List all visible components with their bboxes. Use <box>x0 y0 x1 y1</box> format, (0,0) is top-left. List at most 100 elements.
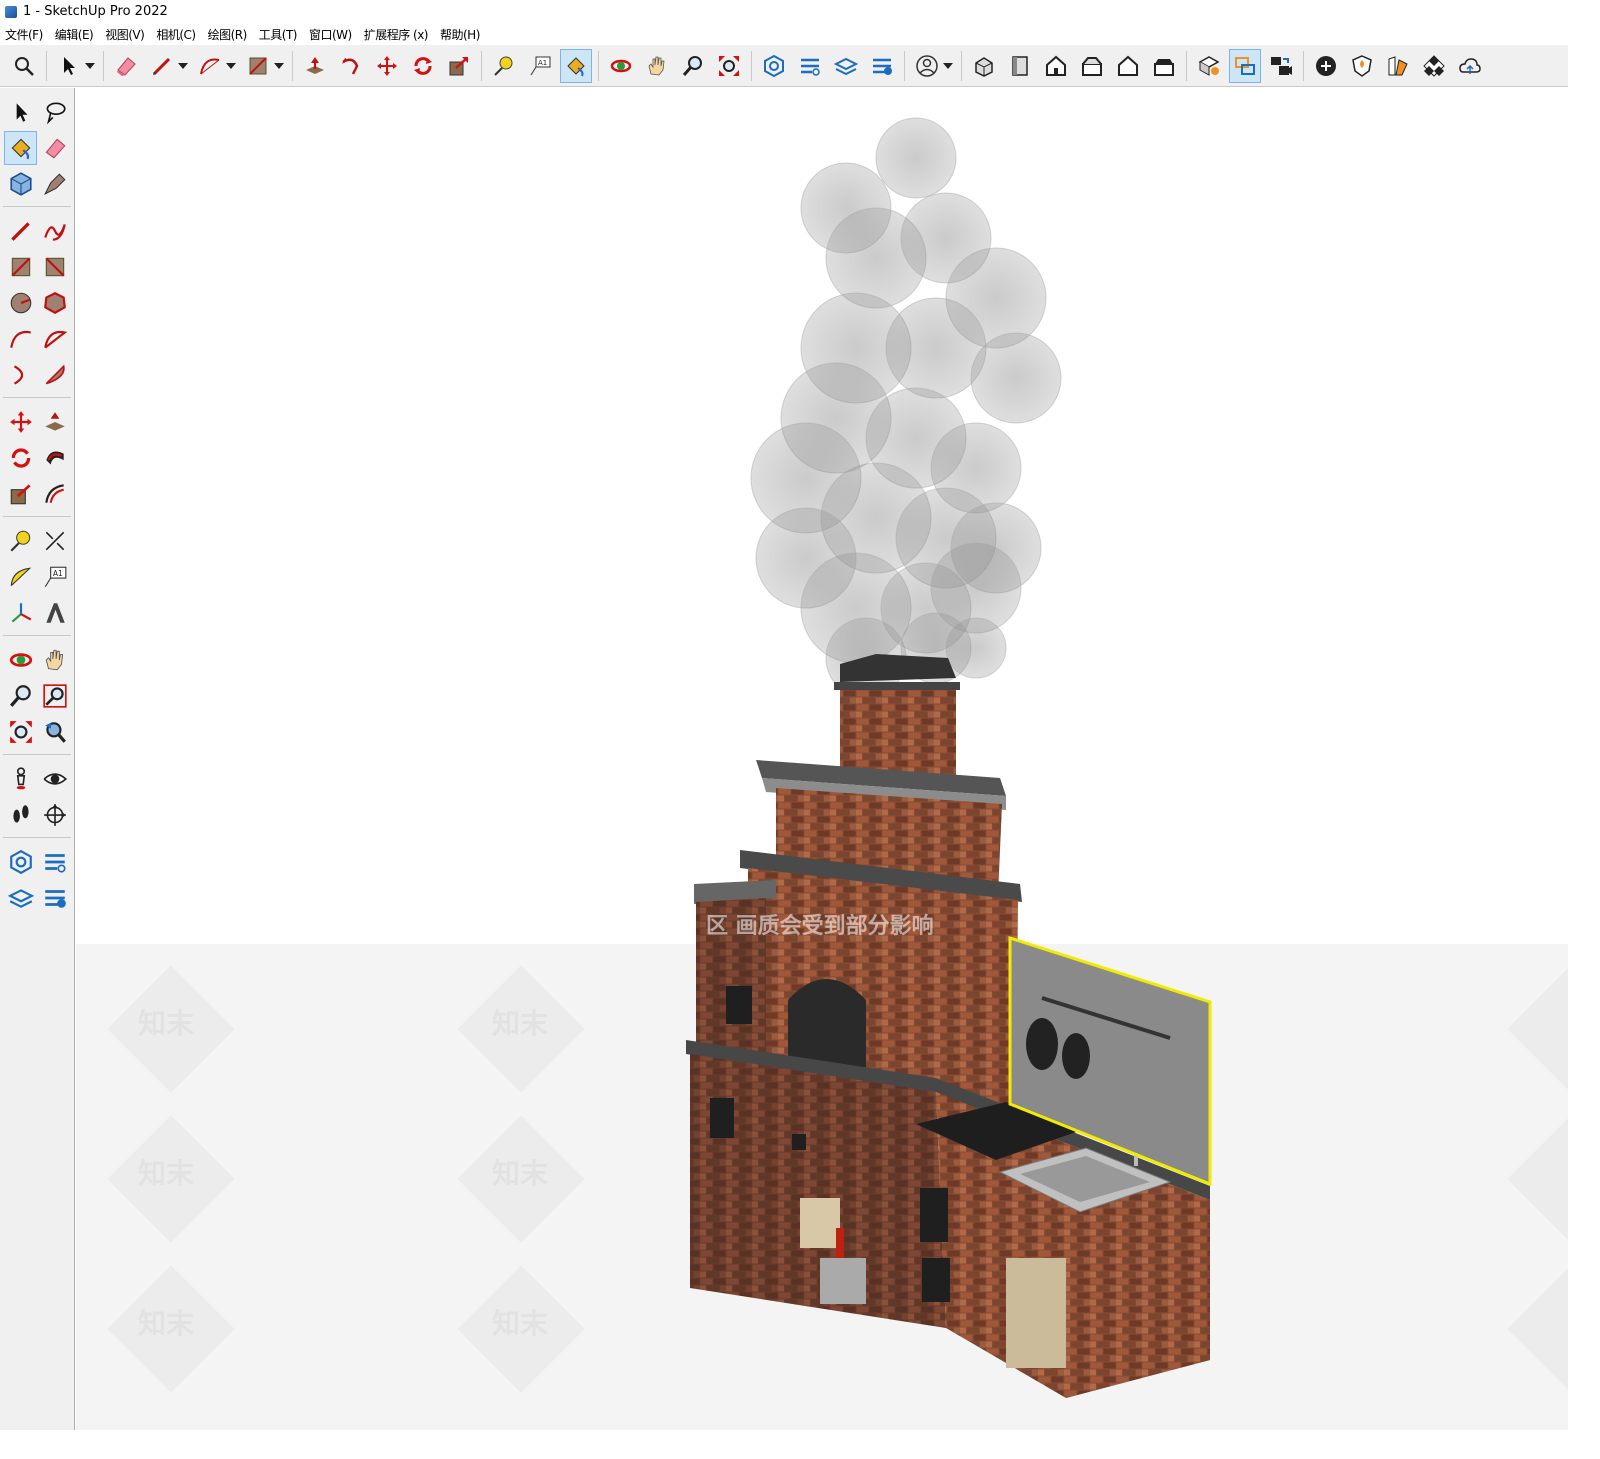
sandbox-icon <box>1198 55 1220 76</box>
make-component-tool[interactable] <box>38 95 71 129</box>
orbit-tool-button[interactable] <box>605 49 637 83</box>
tape-measure-tool-button[interactable] <box>488 49 520 83</box>
select-dropdown[interactable] <box>85 49 95 83</box>
menu-file[interactable]: 文件(F) <box>0 26 50 43</box>
zoom-extents-tool-button[interactable] <box>713 49 745 83</box>
search-button[interactable] <box>8 49 40 83</box>
rotated-rectangle-tool[interactable] <box>38 250 71 284</box>
outliner-button[interactable] <box>1229 48 1261 83</box>
push-pull-tool-button[interactable] <box>299 49 331 83</box>
extension-warehouse-button[interactable] <box>794 49 826 83</box>
position-camera-tool[interactable] <box>4 762 37 796</box>
paint-bucket-tool-button[interactable] <box>560 48 592 83</box>
axes-tool[interactable] <box>4 596 37 630</box>
arc-tool-button[interactable] <box>194 49 226 83</box>
account-dropdown[interactable] <box>943 49 953 83</box>
zoom-extents-tool[interactable] <box>4 715 37 749</box>
scenes-button[interactable] <box>1265 49 1297 83</box>
polygon-tool[interactable] <box>38 286 71 320</box>
tape-measure-tool[interactable] <box>4 524 37 558</box>
top-view-button[interactable] <box>1004 49 1036 83</box>
3d-text-tool[interactable] <box>38 596 71 630</box>
pencil-tool-button[interactable] <box>146 49 178 83</box>
walk-tool[interactable] <box>4 798 37 832</box>
account-button[interactable] <box>911 49 943 83</box>
freehand-tool[interactable] <box>38 214 71 248</box>
extension-manager-tool[interactable] <box>38 881 71 915</box>
rectangle-dropdown[interactable] <box>274 49 284 83</box>
follow-me-tool-button[interactable] <box>335 49 367 83</box>
3-point-arc-tool[interactable] <box>4 358 37 392</box>
menu-camera[interactable]: 相机(C) <box>151 26 202 43</box>
rotate-tool-button[interactable] <box>407 49 439 83</box>
layout-icon <box>7 889 34 908</box>
circle-tool[interactable] <box>4 286 37 320</box>
rotate-tool[interactable] <box>4 441 37 475</box>
arc-icon <box>200 58 220 74</box>
shadow-button[interactable] <box>1346 49 1378 83</box>
menu-extensions[interactable]: 扩展程序 (x) <box>359 26 435 43</box>
menu-draw[interactable]: 绘图(R) <box>203 26 254 43</box>
brick-oven-model[interactable] <box>76 88 1568 1430</box>
tool-group-principal <box>3 88 71 207</box>
back-view-button[interactable] <box>1112 49 1144 83</box>
styles-button[interactable] <box>1382 49 1414 83</box>
look-around-tool[interactable] <box>38 762 71 796</box>
right-view-button[interactable] <box>1076 49 1108 83</box>
menu-view[interactable]: 视图(V) <box>100 26 151 43</box>
scale-tool-button[interactable] <box>443 49 475 83</box>
layout-tool[interactable] <box>4 881 37 915</box>
move-tool-button[interactable] <box>371 49 403 83</box>
2-point-arc-tool[interactable] <box>38 322 71 356</box>
pan-tool[interactable] <box>38 643 71 677</box>
sandbox-button[interactable] <box>1193 49 1225 83</box>
match-photo-button[interactable] <box>1418 49 1450 83</box>
iso-view-button[interactable] <box>968 49 1000 83</box>
push-pull-tool[interactable] <box>38 405 71 439</box>
text-tool[interactable]: A1 <box>38 560 71 594</box>
circle-icon <box>10 292 31 314</box>
model-viewport[interactable]: 知末 知末 知末 知末 知末 知末 区 画质会受到部分影响 <box>76 88 1568 1430</box>
extension-manager-button[interactable] <box>866 49 898 83</box>
pie-tool[interactable] <box>38 358 71 392</box>
zoom-tool-button[interactable] <box>677 49 709 83</box>
trimble-connect-button[interactable] <box>1454 49 1486 83</box>
select-tool[interactable] <box>4 95 37 129</box>
extension-warehouse-tool[interactable] <box>38 845 71 879</box>
menu-edit[interactable]: 编辑(E) <box>50 26 100 43</box>
line-tool[interactable] <box>4 214 37 248</box>
front-view-button[interactable] <box>1040 49 1072 83</box>
offset-tool[interactable] <box>38 477 71 511</box>
dimension-tool[interactable] <box>38 524 71 558</box>
3d-warehouse-tool[interactable] <box>4 845 37 879</box>
rectangle-tool[interactable] <box>4 250 37 284</box>
arc-tool[interactable] <box>4 322 37 356</box>
scale-tool[interactable] <box>4 477 37 511</box>
arc-dropdown[interactable] <box>226 49 236 83</box>
paint-bucket-tool[interactable] <box>4 131 38 165</box>
menu-window[interactable]: 窗口(W) <box>304 26 359 43</box>
add-location-button[interactable] <box>1310 49 1342 83</box>
3d-warehouse-button[interactable] <box>758 49 790 83</box>
move-tool[interactable] <box>4 405 37 439</box>
follow-me-tool[interactable] <box>38 441 71 475</box>
rectangle-tool-button[interactable] <box>242 49 274 83</box>
pencil-dropdown[interactable] <box>178 49 188 83</box>
tag-tool[interactable] <box>38 167 71 201</box>
zoom-window-tool[interactable] <box>38 679 71 713</box>
zoom-tool[interactable] <box>4 679 37 713</box>
menu-tools[interactable]: 工具(T) <box>254 26 304 43</box>
section-plane-tool[interactable] <box>38 798 71 832</box>
eraser-tool[interactable] <box>38 131 71 165</box>
select-tool-button[interactable] <box>53 49 85 83</box>
text-tool-button[interactable]: A1 <box>524 49 556 83</box>
left-view-button[interactable] <box>1148 49 1180 83</box>
protractor-tool[interactable] <box>4 560 37 594</box>
previous-view-tool[interactable] <box>38 715 71 749</box>
menu-help[interactable]: 帮助(H) <box>435 26 487 43</box>
pan-tool-button[interactable] <box>641 49 673 83</box>
eraser-tool-button[interactable] <box>110 49 142 83</box>
send-to-layout-button[interactable] <box>830 49 862 83</box>
orbit-tool[interactable] <box>4 643 37 677</box>
component-tool[interactable] <box>4 167 37 201</box>
